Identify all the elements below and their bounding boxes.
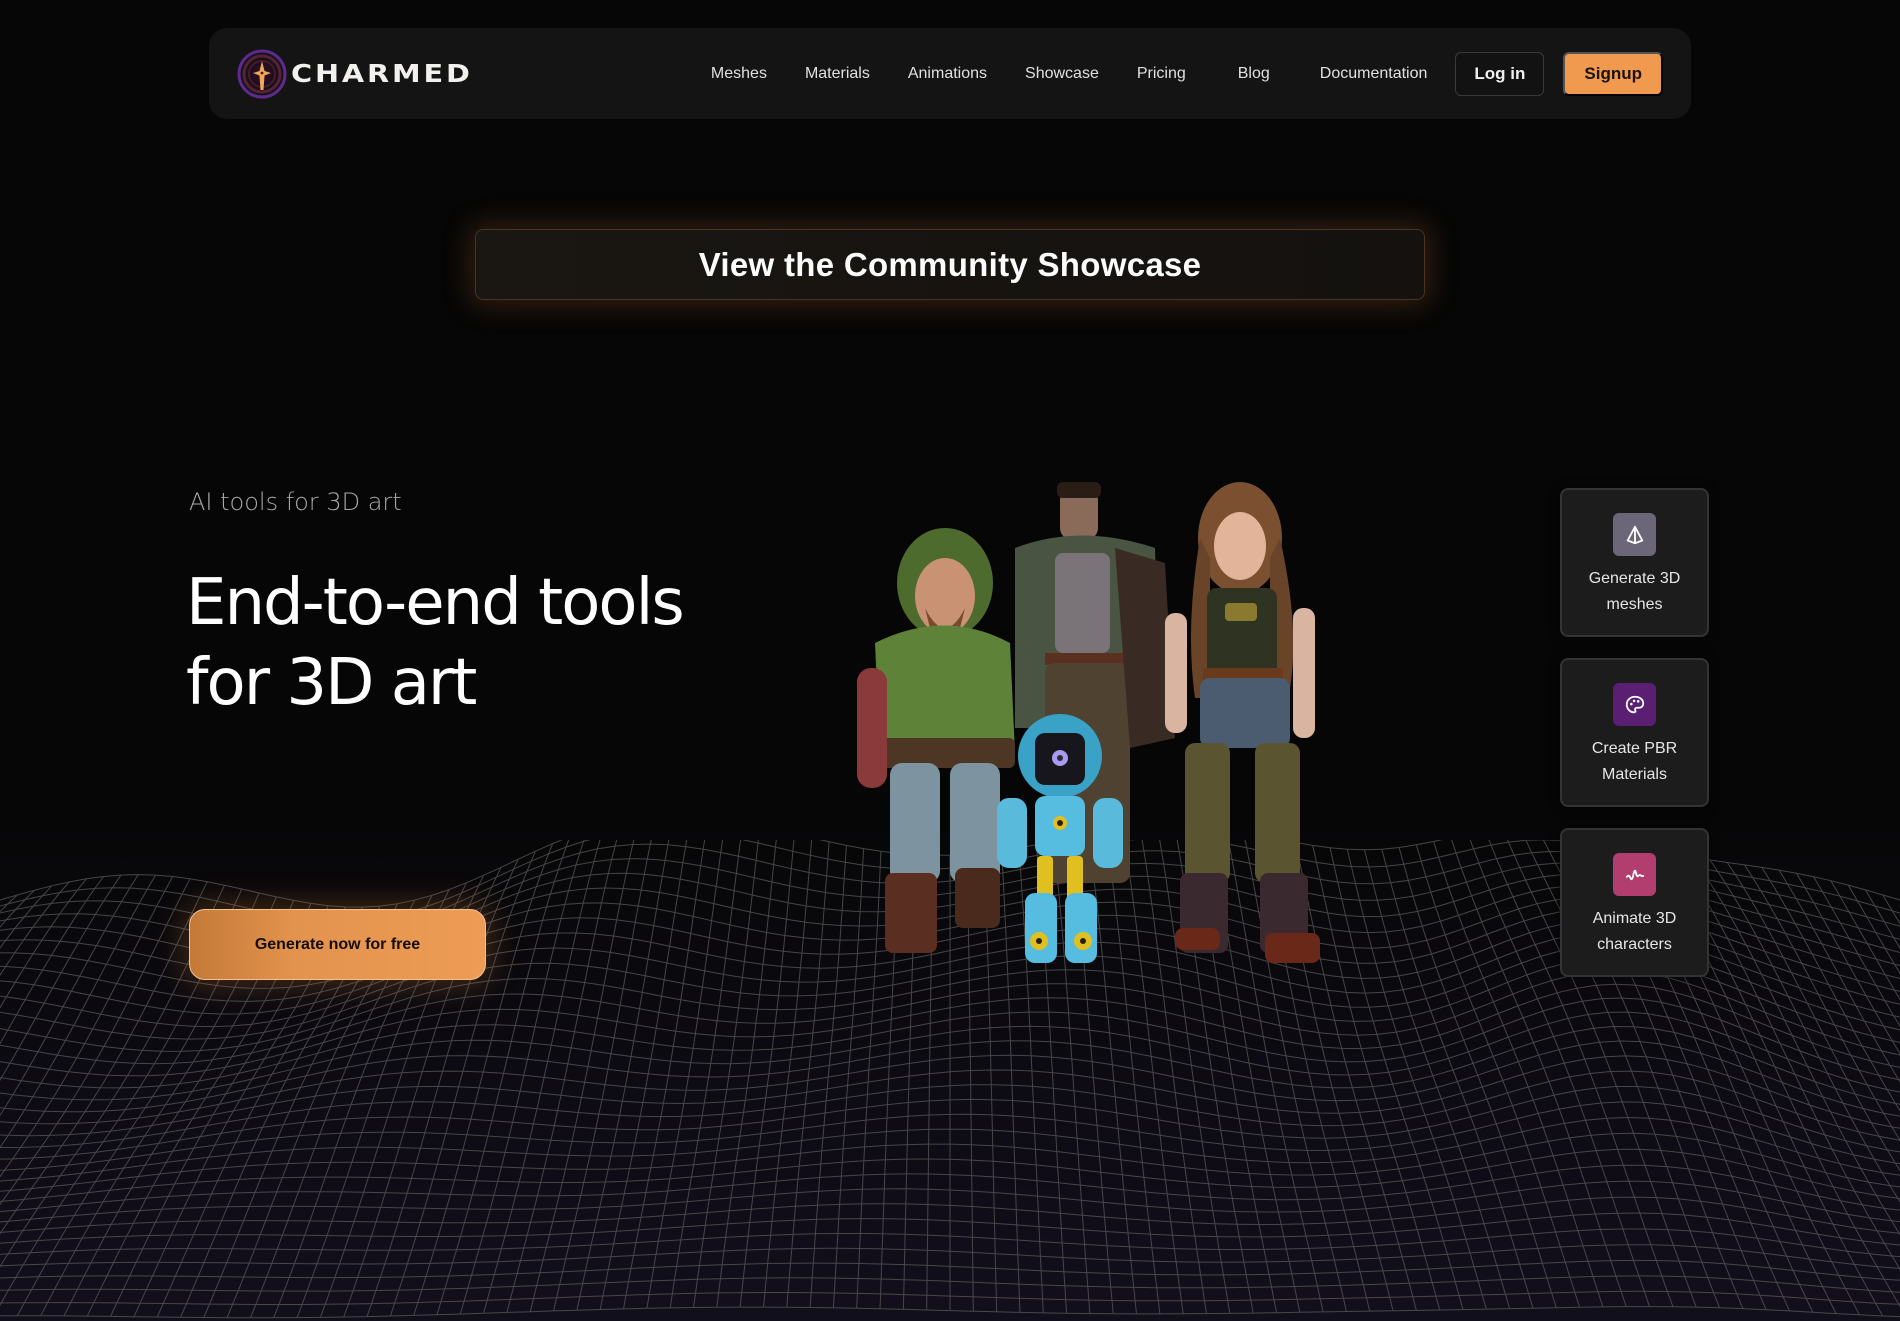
nav-link-documentation[interactable]: Documentation [1320, 65, 1428, 83]
brand-logo[interactable]: CHARMED [237, 49, 470, 99]
feature-label-line2: meshes [1606, 596, 1663, 613]
nav-link-pricing[interactable]: Pricing [1137, 65, 1186, 83]
signup-button[interactable]: Signup [1563, 51, 1663, 96]
hero-characters-image [857, 482, 1320, 963]
terrain-col-line [483, 840, 601, 1314]
feature-label-line2: characters [1597, 936, 1672, 953]
character-archer [857, 528, 1015, 953]
feature-card-materials[interactable]: Create PBR Materials [1560, 658, 1709, 807]
top-navbar: CHARMED Meshes Materials Animations Show… [209, 28, 1691, 119]
hero-eyebrow: AI tools for 3D art [189, 488, 402, 516]
login-button[interactable]: Log in [1455, 51, 1545, 96]
feature-tile-animation [1613, 853, 1656, 896]
feature-card-animation[interactable]: Animate 3D characters [1560, 828, 1709, 977]
character-adventurer [1165, 482, 1320, 963]
terrain-col-line [0, 881, 70, 976]
terrain-col-line [0, 874, 139, 1117]
nav-link-animations[interactable]: Animations [908, 65, 987, 83]
terrain-col-line [669, 840, 742, 1308]
nav-link-meshes[interactable]: Meshes [711, 65, 767, 83]
feature-label-line1: Generate 3D [1588, 570, 1681, 587]
terrain-col-line [599, 840, 688, 1310]
feature-label-line2: Materials [1602, 766, 1667, 783]
star-in-rings-icon [237, 49, 287, 98]
generate-now-label: Generate now for free [254, 935, 421, 953]
hero-headline: End-to-end tools for 3D art [186, 563, 786, 723]
palette-icon [1625, 695, 1644, 713]
nav-link-materials[interactable]: Materials [805, 65, 870, 83]
brand-name: CHARMED [291, 59, 473, 88]
feature-label-line1: Animate 3D [1592, 910, 1677, 927]
terrain-col-line [553, 840, 652, 1312]
terrain-col-line [809, 845, 847, 1308]
terrain-col-line [1415, 844, 1581, 1308]
terrain-col-line [529, 840, 635, 1312]
terrain-col-line [1364, 849, 1511, 1309]
terrain-col-line [1761, 867, 1900, 1112]
terrain-col-line [1795, 872, 1900, 1055]
terrain-col-line [0, 874, 122, 1082]
feature-label-materials: Create PBR Materials [1570, 736, 1700, 788]
feature-card-meshes[interactable]: Generate 3D meshes [1560, 488, 1709, 637]
waveform-icon [1625, 869, 1644, 880]
community-showcase-label: View the Community Showcase [698, 245, 1202, 283]
hero-headline-line1: End-to-end tools [186, 566, 685, 640]
generate-now-button[interactable]: Generate now for free [189, 909, 486, 980]
feature-label-animation: Animate 3D characters [1570, 906, 1700, 958]
terrain-col-line [1381, 849, 1534, 1309]
nav-link-blog[interactable]: Blog [1238, 65, 1270, 83]
hero-headline-line2: for 3D art [186, 646, 477, 720]
feature-label-meshes: Generate 3D meshes [1570, 566, 1700, 618]
feature-label-line1: Create PBR [1591, 740, 1678, 757]
community-showcase-button[interactable]: View the Community Showcase [475, 229, 1425, 300]
terrain-col-line [0, 878, 191, 1206]
terrain-col-line [0, 874, 156, 1149]
nav-links: Meshes Materials Animations Showcase Pri… [711, 51, 1663, 96]
terrain-col-line [506, 840, 618, 1313]
terrain-col-line [786, 841, 830, 1308]
feature-tile-meshes [1613, 513, 1656, 556]
pyramid-mesh-icon [1626, 525, 1643, 544]
terrain-col-line [0, 889, 35, 928]
nav-link-showcase[interactable]: Showcase [1025, 65, 1099, 83]
feature-tile-materials [1613, 683, 1656, 726]
